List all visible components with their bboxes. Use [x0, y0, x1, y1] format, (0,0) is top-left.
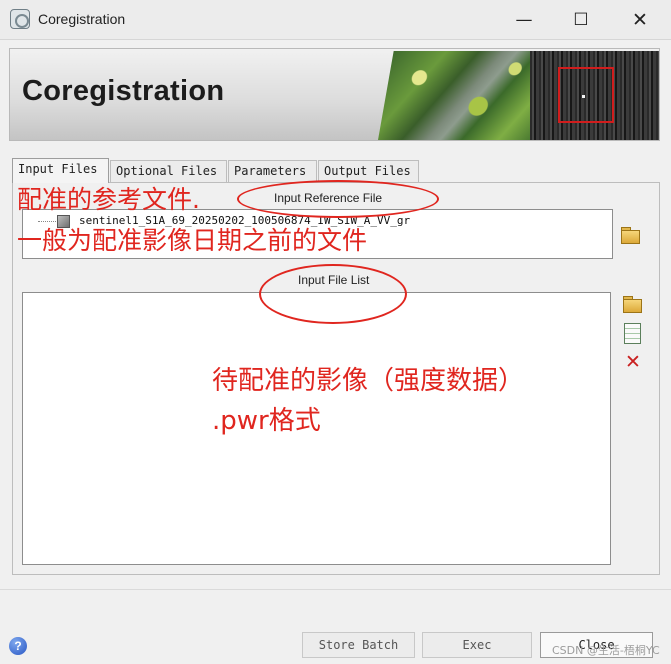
- annotation-ellipse: [259, 264, 407, 324]
- close-window-button[interactable]: ✕: [620, 6, 660, 34]
- folder-open-icon[interactable]: [619, 224, 641, 246]
- target-dot: [582, 95, 585, 98]
- footer-separator: [0, 589, 671, 590]
- annotation-text: .pwr格式: [212, 406, 321, 436]
- title-bar: Coregistration — ☐ ✕: [0, 0, 671, 40]
- header-banner: Coregistration: [9, 48, 660, 141]
- optical-image-thumbnail: [378, 51, 546, 140]
- maximize-button[interactable]: ☐: [561, 6, 601, 34]
- file-list-icon[interactable]: [623, 322, 645, 344]
- help-icon[interactable]: ?: [9, 637, 27, 655]
- window-title: Coregistration: [38, 11, 126, 27]
- store-batch-button[interactable]: Store Batch: [302, 632, 415, 658]
- tab-optional-files[interactable]: Optional Files: [110, 160, 227, 182]
- app-logo-icon: [10, 9, 30, 29]
- minimize-button[interactable]: —: [504, 6, 544, 34]
- tab-parameters[interactable]: Parameters: [228, 160, 317, 182]
- annotation-text: 一般为配准影像日期之前的文件: [17, 226, 368, 255]
- watermark: CSDN @生活-梧桐YC: [552, 644, 660, 657]
- delete-x-icon[interactable]: ✕: [622, 352, 644, 374]
- folder-open-icon[interactable]: [621, 293, 643, 315]
- tab-input-files[interactable]: Input Files: [12, 158, 109, 183]
- exec-button[interactable]: Exec: [422, 632, 532, 658]
- highlight-box: [558, 67, 614, 123]
- banner-title: Coregistration: [22, 75, 225, 107]
- annotation-ellipse: [237, 180, 439, 218]
- radar-image-thumbnail: [530, 51, 659, 140]
- tab-output-files[interactable]: Output Files: [318, 160, 419, 182]
- annotation-text: 待配准的影像（强度数据）: [212, 366, 525, 396]
- annotation-text: 配准的参考文件.: [17, 185, 200, 214]
